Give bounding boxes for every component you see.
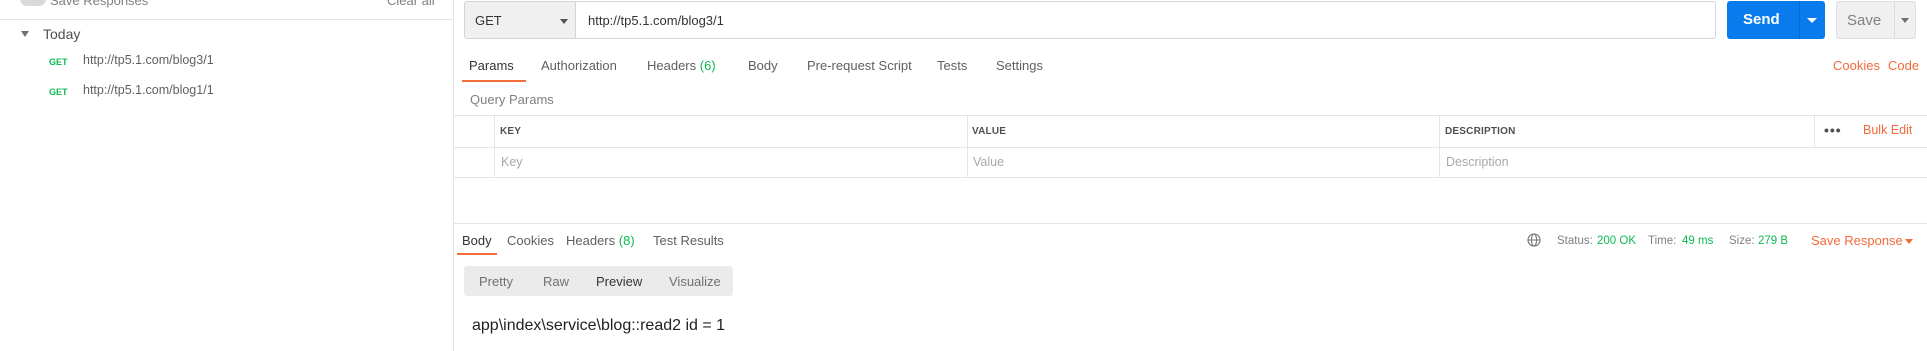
history-method-badge: GET [49, 87, 68, 97]
history-item[interactable]: GET http://tp5.1.com/blog3/1 [0, 50, 453, 78]
bulk-edit-link[interactable]: Bulk Edit [1863, 123, 1912, 137]
active-response-tab-indicator [457, 253, 497, 255]
tab-pre-request-script[interactable]: Pre-request Script [807, 58, 912, 73]
time-label: Time: [1648, 235, 1677, 247]
view-mode-raw[interactable]: Raw [543, 274, 569, 289]
save-responses-label: Save Responses [50, 0, 149, 8]
query-params-title: Query Params [470, 92, 554, 107]
response-tab-headers-label: Headers [566, 233, 616, 248]
tab-settings[interactable]: Settings [996, 58, 1043, 73]
more-options-icon[interactable]: ••• [1824, 122, 1842, 138]
chevron-down-icon [560, 19, 568, 24]
send-label: Send [1743, 11, 1780, 28]
column-header-key: KEY [500, 126, 522, 137]
save-divider [1894, 2, 1895, 38]
method-select[interactable]: GET [464, 1, 576, 39]
active-tab-indicator [462, 80, 526, 82]
save-responses-toggle[interactable] [20, 0, 46, 6]
response-body-output: app\index\service\blog::read2 id = 1 [472, 317, 726, 334]
send-divider [1799, 1, 1800, 39]
send-button[interactable]: Send [1727, 1, 1825, 39]
history-group-label: Today [43, 26, 81, 42]
tab-params[interactable]: Params [469, 58, 514, 73]
response-tab-test-results[interactable]: Test Results [653, 233, 724, 248]
clear-all-link[interactable]: Clear all [387, 0, 435, 8]
response-tab-headers-count: (8) [618, 233, 635, 248]
tab-tests[interactable]: Tests [937, 58, 967, 73]
tab-authorization[interactable]: Authorization [541, 58, 617, 73]
caret-down-icon[interactable] [21, 31, 29, 37]
row-divider [454, 147, 1927, 148]
view-mode-preview[interactable]: Preview [596, 274, 642, 289]
status-value[interactable]: 200 OK [1597, 235, 1636, 247]
history-url: http://tp5.1.com/blog1/1 [83, 83, 214, 97]
view-mode-pretty[interactable]: Pretty [479, 274, 513, 289]
history-url: http://tp5.1.com/blog3/1 [83, 53, 214, 67]
response-tab-cookies[interactable]: Cookies [507, 233, 554, 248]
view-mode-visualize[interactable]: Visualize [669, 274, 721, 289]
cookies-link[interactable]: Cookies [1833, 58, 1880, 73]
save-button[interactable]: Save [1836, 1, 1916, 39]
tab-headers-count: (6) [699, 58, 716, 73]
column-divider [1814, 116, 1815, 147]
size-value[interactable]: 279 B [1758, 235, 1788, 247]
time-value[interactable]: 49 ms [1682, 235, 1713, 247]
tab-headers[interactable]: Headers (6) [647, 58, 716, 73]
history-item[interactable]: GET http://tp5.1.com/blog1/1 [0, 80, 453, 108]
save-label: Save [1847, 12, 1882, 29]
code-link[interactable]: Code [1888, 58, 1919, 73]
save-response-button[interactable]: Save Response [1811, 233, 1903, 248]
send-options-chevron-icon[interactable] [1807, 18, 1817, 23]
chevron-down-icon[interactable] [1905, 239, 1913, 244]
tab-body[interactable]: Body [748, 58, 778, 73]
param-value-input[interactable] [973, 151, 1433, 173]
globe-icon[interactable] [1527, 233, 1541, 247]
tab-headers-label: Headers [647, 58, 697, 73]
response-divider [454, 223, 1927, 224]
size-label: Size: [1729, 235, 1755, 247]
response-tab-headers[interactable]: Headers (8) [566, 233, 635, 248]
column-header-description: DESCRIPTION [1445, 126, 1516, 137]
method-value: GET [475, 13, 502, 28]
param-key-input[interactable] [501, 151, 961, 173]
url-input[interactable] [576, 1, 1716, 39]
save-options-chevron-icon[interactable] [1901, 18, 1909, 23]
column-header-value: VALUE [972, 126, 1007, 137]
history-sidebar: Save Responses Clear all Today GET http:… [0, 0, 454, 351]
history-method-badge: GET [49, 57, 68, 67]
status-label: Status: [1557, 235, 1593, 247]
response-tab-body[interactable]: Body [462, 233, 492, 248]
param-description-input[interactable] [1446, 151, 1916, 173]
